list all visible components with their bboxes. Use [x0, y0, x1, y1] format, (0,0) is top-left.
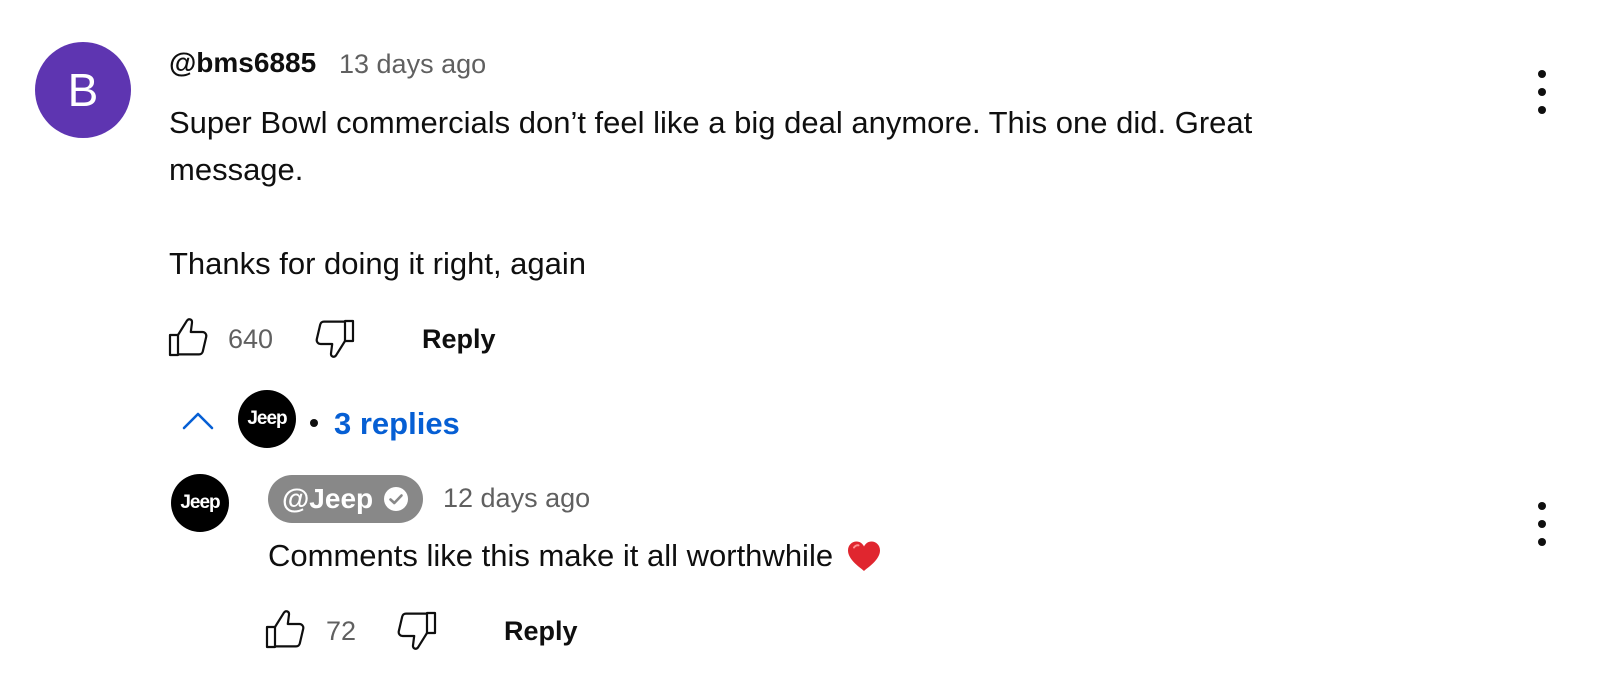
- like-count: 640: [228, 324, 274, 354]
- like-button[interactable]: [165, 314, 213, 362]
- red-heart-icon: [848, 541, 881, 571]
- more-vert-dot: [1538, 520, 1546, 528]
- reply-author: @Jeep: [282, 483, 374, 514]
- chevron-up-icon: [182, 412, 214, 430]
- dislike-button[interactable]: [310, 314, 358, 362]
- reply-text-row: Comments like this make it all worthwhil…: [268, 536, 883, 576]
- comment-author[interactable]: @bms6885: [169, 46, 316, 80]
- reply-menu-button[interactable]: [1532, 502, 1552, 546]
- comment-menu-button[interactable]: [1532, 70, 1552, 114]
- avatar[interactable]: B: [35, 42, 131, 138]
- like-count: 72: [326, 616, 357, 646]
- collapse-replies-button[interactable]: [180, 408, 216, 432]
- more-vert-icon: [1538, 502, 1546, 510]
- jeep-logo-text: Jeep: [247, 408, 287, 429]
- separator-dot: [310, 419, 318, 427]
- dislike-button[interactable]: [392, 606, 440, 654]
- more-vert-icon: [1538, 70, 1546, 78]
- like-button[interactable]: [262, 606, 310, 654]
- thumbs-down-icon: [315, 319, 355, 358]
- thumbs-down-icon: [397, 611, 437, 650]
- jeep-logo-text: Jeep: [180, 492, 220, 513]
- channel-owner-badge[interactable]: @Jeep: [268, 475, 424, 523]
- more-vert-dot: [1538, 106, 1546, 114]
- replies-toggle-link[interactable]: 3 replies: [334, 405, 460, 443]
- reply-text: Comments like this make it all worthwhil…: [268, 538, 834, 573]
- replier-avatar: Jeep: [238, 390, 296, 448]
- reply-button[interactable]: Reply: [422, 322, 496, 356]
- comment-text: Super Bowl commercials don’t feel like a…: [169, 105, 1253, 281]
- reply-avatar[interactable]: Jeep: [171, 474, 229, 532]
- thumbs-up-icon: [265, 610, 305, 649]
- more-vert-dot: [1538, 538, 1546, 546]
- more-vert-dot: [1538, 88, 1546, 96]
- reply-timestamp[interactable]: 12 days ago: [443, 481, 590, 515]
- thumbs-up-icon: [168, 318, 208, 357]
- reply-button[interactable]: Reply: [504, 614, 578, 648]
- comment-timestamp[interactable]: 13 days ago: [339, 47, 486, 81]
- avatar-letter: B: [67, 64, 99, 116]
- verified-check-icon: [384, 487, 409, 511]
